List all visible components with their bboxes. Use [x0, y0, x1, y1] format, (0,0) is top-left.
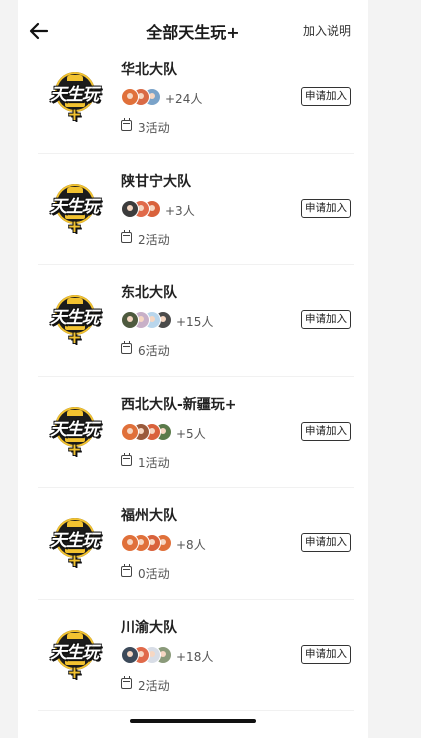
team-logo: 天生玩+ — [45, 518, 103, 571]
activity-count-label: 2活动 — [138, 678, 170, 693]
member-avatar — [121, 422, 139, 441]
divider — [38, 710, 354, 711]
member-avatar — [121, 534, 139, 552]
apply-join-button[interactable]: 申请加入 — [301, 644, 351, 664]
calendar-icon — [121, 341, 132, 354]
activity-count-label: 0活动 — [138, 567, 170, 581]
app-screen: 全部天生玩+ 加入说明 天生玩+ 华北大队 +24人 3活动 申请加入 天生玩+… — [18, 0, 368, 738]
logo-plus-sign: + — [67, 662, 81, 683]
logo-text: 天生玩+ — [50, 531, 99, 571]
member-avatar — [121, 88, 139, 106]
home-indicator — [130, 719, 256, 723]
team-list-item[interactable]: 天生玩+ 西北大队-新疆玩+ +5人 1活动 申请加入 — [18, 377, 368, 488]
logo-plus-sign: + — [67, 105, 81, 125]
apply-join-button[interactable]: 申请加入 — [301, 87, 351, 106]
logo-text: 天生玩+ — [50, 419, 99, 460]
calendar-icon — [121, 564, 132, 577]
team-list-item[interactable]: 天生玩+ 福州大队 +8人 0活动 申请加入 — [18, 488, 368, 600]
activity-count-label: 6活动 — [138, 344, 170, 358]
calendar-icon — [121, 675, 132, 689]
calendar-icon — [121, 118, 132, 131]
team-list-item[interactable]: 天生玩+ 川渝大队 +18人 2活动 申请加入 — [18, 600, 368, 711]
join-instructions-link[interactable]: 加入说明 — [303, 22, 351, 39]
member-avatar — [121, 645, 139, 664]
member-count: +3人 — [165, 203, 195, 218]
logo-plus-sign: + — [67, 328, 81, 348]
logo-plus-sign: + — [67, 551, 81, 571]
team-name: 陕甘宁大队 — [121, 173, 191, 190]
team-name: 福州大队 — [121, 508, 177, 524]
calendar-icon — [121, 452, 132, 466]
logo-text: 天生玩+ — [50, 196, 99, 237]
member-avatar — [121, 199, 139, 218]
team-list: 天生玩+ 华北大队 +24人 3活动 申请加入 天生玩+ 陕甘宁大队 +3人 2… — [18, 42, 368, 711]
apply-join-button[interactable]: 申请加入 — [301, 198, 351, 218]
logo-text: 天生玩+ — [50, 642, 99, 683]
member-avatar — [121, 311, 139, 329]
member-count: +24人 — [165, 92, 203, 106]
apply-join-button[interactable]: 申请加入 — [301, 421, 351, 441]
apply-join-button[interactable]: 申请加入 — [301, 533, 351, 552]
team-list-item[interactable]: 天生玩+ 华北大队 +24人 3活动 申请加入 — [18, 42, 368, 154]
team-logo: 天生玩+ — [45, 295, 103, 348]
member-count: +18人 — [176, 649, 214, 664]
team-list-item[interactable]: 天生玩+ 陕甘宁大队 +3人 2活动 申请加入 — [18, 154, 368, 265]
team-logo: 天生玩+ — [45, 629, 103, 683]
apply-join-button[interactable]: 申请加入 — [301, 310, 351, 329]
activity-count-label: 2活动 — [138, 232, 170, 247]
logo-text: 天生玩+ — [50, 308, 99, 348]
team-logo: 天生玩+ — [45, 406, 103, 460]
activity-count-label: 1活动 — [138, 455, 170, 470]
logo-plus-sign: + — [67, 216, 81, 237]
team-name: 川渝大队 — [121, 619, 177, 636]
team-name: 华北大队 — [121, 62, 177, 78]
logo-text: 天生玩+ — [50, 85, 99, 125]
member-count: +5人 — [176, 426, 206, 441]
team-list-item[interactable]: 天生玩+ 东北大队 +15人 6活动 申请加入 — [18, 265, 368, 377]
team-name: 西北大队-新疆玩+ — [121, 396, 237, 413]
team-name: 东北大队 — [121, 285, 177, 301]
team-logo: 天生玩+ — [45, 72, 103, 125]
team-logo: 天生玩+ — [45, 183, 103, 237]
logo-plus-sign: + — [67, 439, 81, 460]
member-count: +15人 — [176, 315, 214, 329]
activity-count-label: 3活动 — [138, 121, 170, 135]
member-count: +8人 — [176, 538, 206, 552]
calendar-icon — [121, 229, 132, 243]
